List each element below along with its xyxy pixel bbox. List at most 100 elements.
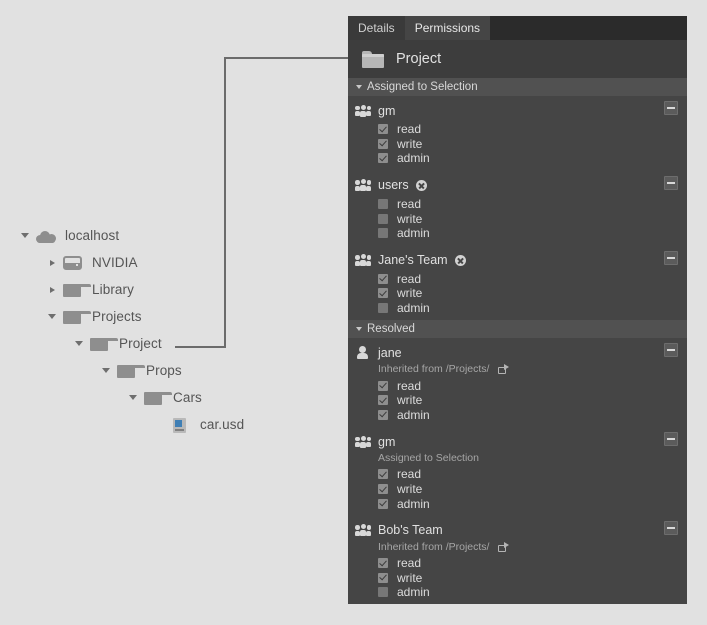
checkbox-admin[interactable] [378,409,388,420]
permission-row-read[interactable]: read [348,378,687,393]
permission-row-write[interactable]: write [348,482,687,497]
group-icon [355,179,371,192]
permission-label: admin [397,301,430,316]
permission-label: read [397,378,422,393]
permission-label: admin [397,226,430,241]
collapse-button[interactable] [664,175,678,190]
permission-checkbox-list: read write admin [348,378,687,422]
tree-item-library[interactable]: Library [0,276,330,303]
checkbox-read[interactable] [378,199,388,210]
checkbox-read[interactable] [378,380,388,391]
chevron-down-icon[interactable] [18,229,32,243]
tab-details[interactable]: Details [348,16,405,40]
checkbox-write[interactable] [378,484,388,495]
collapse-button[interactable] [664,520,678,535]
tree-item-label: NVIDIA [92,255,138,270]
permission-row-read[interactable]: read [348,197,687,212]
permission-entry: users read write admin [348,171,687,246]
page-title: Project [396,51,442,67]
permission-row-admin[interactable]: admin [348,226,687,241]
permission-label: read [397,271,422,286]
collapse-button[interactable] [664,101,678,115]
permission-label: write [397,286,423,301]
external-link-icon[interactable] [498,541,510,552]
callout-connector-upper [224,57,349,59]
permission-row-admin[interactable]: admin [348,151,687,166]
folder-icon [89,335,118,353]
remove-icon[interactable] [454,254,466,266]
permission-row-write[interactable]: write [348,393,687,408]
checkbox-admin[interactable] [378,153,388,164]
user-icon [355,346,371,360]
collapse-button[interactable] [664,432,678,447]
chevron-down-icon[interactable] [126,391,140,405]
permission-row-write[interactable]: write [348,211,687,226]
section-header-resolved[interactable]: Resolved [348,320,687,339]
checkbox-read[interactable] [378,469,388,480]
permission-label: admin [397,585,430,600]
permission-entry: Bob's Team Inherited from /Projects/read w… [348,516,687,604]
tree-item-projects[interactable]: Projects [0,303,330,330]
tree-item-label: Library [92,282,134,297]
external-link-icon[interactable] [498,364,510,375]
permission-row-admin[interactable]: admin [348,585,687,600]
checkbox-write[interactable] [378,213,388,224]
panel-tabbar: Details Permissions [348,16,687,40]
collapse-button[interactable] [664,343,678,358]
entry-name: gm [378,103,396,118]
permission-entry: gm read write admin [348,96,687,171]
tab-permissions[interactable]: Permissions [404,16,491,40]
checkbox-write[interactable] [378,572,388,583]
permission-label: read [397,556,422,571]
checkbox-write[interactable] [378,138,388,149]
checkbox-read[interactable] [378,558,388,569]
checkbox-admin[interactable] [378,228,388,239]
folder-icon [362,50,384,68]
collapse-button[interactable] [664,250,678,265]
permission-row-admin[interactable]: admin [348,496,687,511]
entry-name: gm [378,434,396,449]
permission-row-write[interactable]: write [348,286,687,301]
checkbox-read[interactable] [378,124,388,135]
entry-name: Jane's Team [378,253,448,268]
folder-icon [143,389,172,407]
tree-item-label: Props [146,363,182,378]
permission-row-read[interactable]: read [348,556,687,571]
permission-checkbox-list: read write admin [348,467,687,511]
folder-icon [116,362,145,380]
checkbox-admin[interactable] [378,303,388,314]
permission-label: admin [397,407,430,422]
permission-row-write[interactable]: write [348,571,687,586]
chevron-right-icon[interactable] [45,283,59,297]
entry-name: jane [378,345,402,360]
chevron-down-icon[interactable] [99,364,113,378]
checkbox-admin[interactable] [378,587,388,598]
tree-item-localhost[interactable]: localhost [0,222,330,249]
permission-row-read[interactable]: read [348,272,687,287]
remove-icon[interactable] [415,179,427,191]
tree-item-nvidia[interactable]: NVIDIA [0,249,330,276]
chevron-right-icon[interactable] [45,256,59,270]
permission-row-read[interactable]: read [348,122,687,137]
tree-item-car-usd[interactable]: car.usd [0,411,330,438]
section-header-assigned-to-selection[interactable]: Assigned to Selection [348,78,687,96]
checkbox-write[interactable] [378,288,388,299]
tree-item-cars[interactable]: Cars [0,384,330,411]
tree-item-props[interactable]: Props [0,357,330,384]
tree-item-label: Cars [173,390,202,405]
permission-label: write [397,393,423,408]
permission-row-read[interactable]: read [348,467,687,482]
permission-row-admin[interactable]: admin [348,408,687,423]
chevron-down-icon[interactable] [72,337,86,351]
permission-label: read [397,197,422,212]
checkbox-admin[interactable] [378,498,388,509]
tree-item-project[interactable]: Project [0,330,330,357]
permission-row-admin[interactable]: admin [348,301,687,316]
chevron-down-icon[interactable] [45,310,59,324]
permission-label: write [397,136,423,151]
checkbox-write[interactable] [378,395,388,406]
permission-row-write[interactable]: write [348,137,687,152]
tree-item-label: car.usd [200,417,245,432]
checkbox-read[interactable] [378,273,388,284]
entry-header: users [348,177,687,194]
